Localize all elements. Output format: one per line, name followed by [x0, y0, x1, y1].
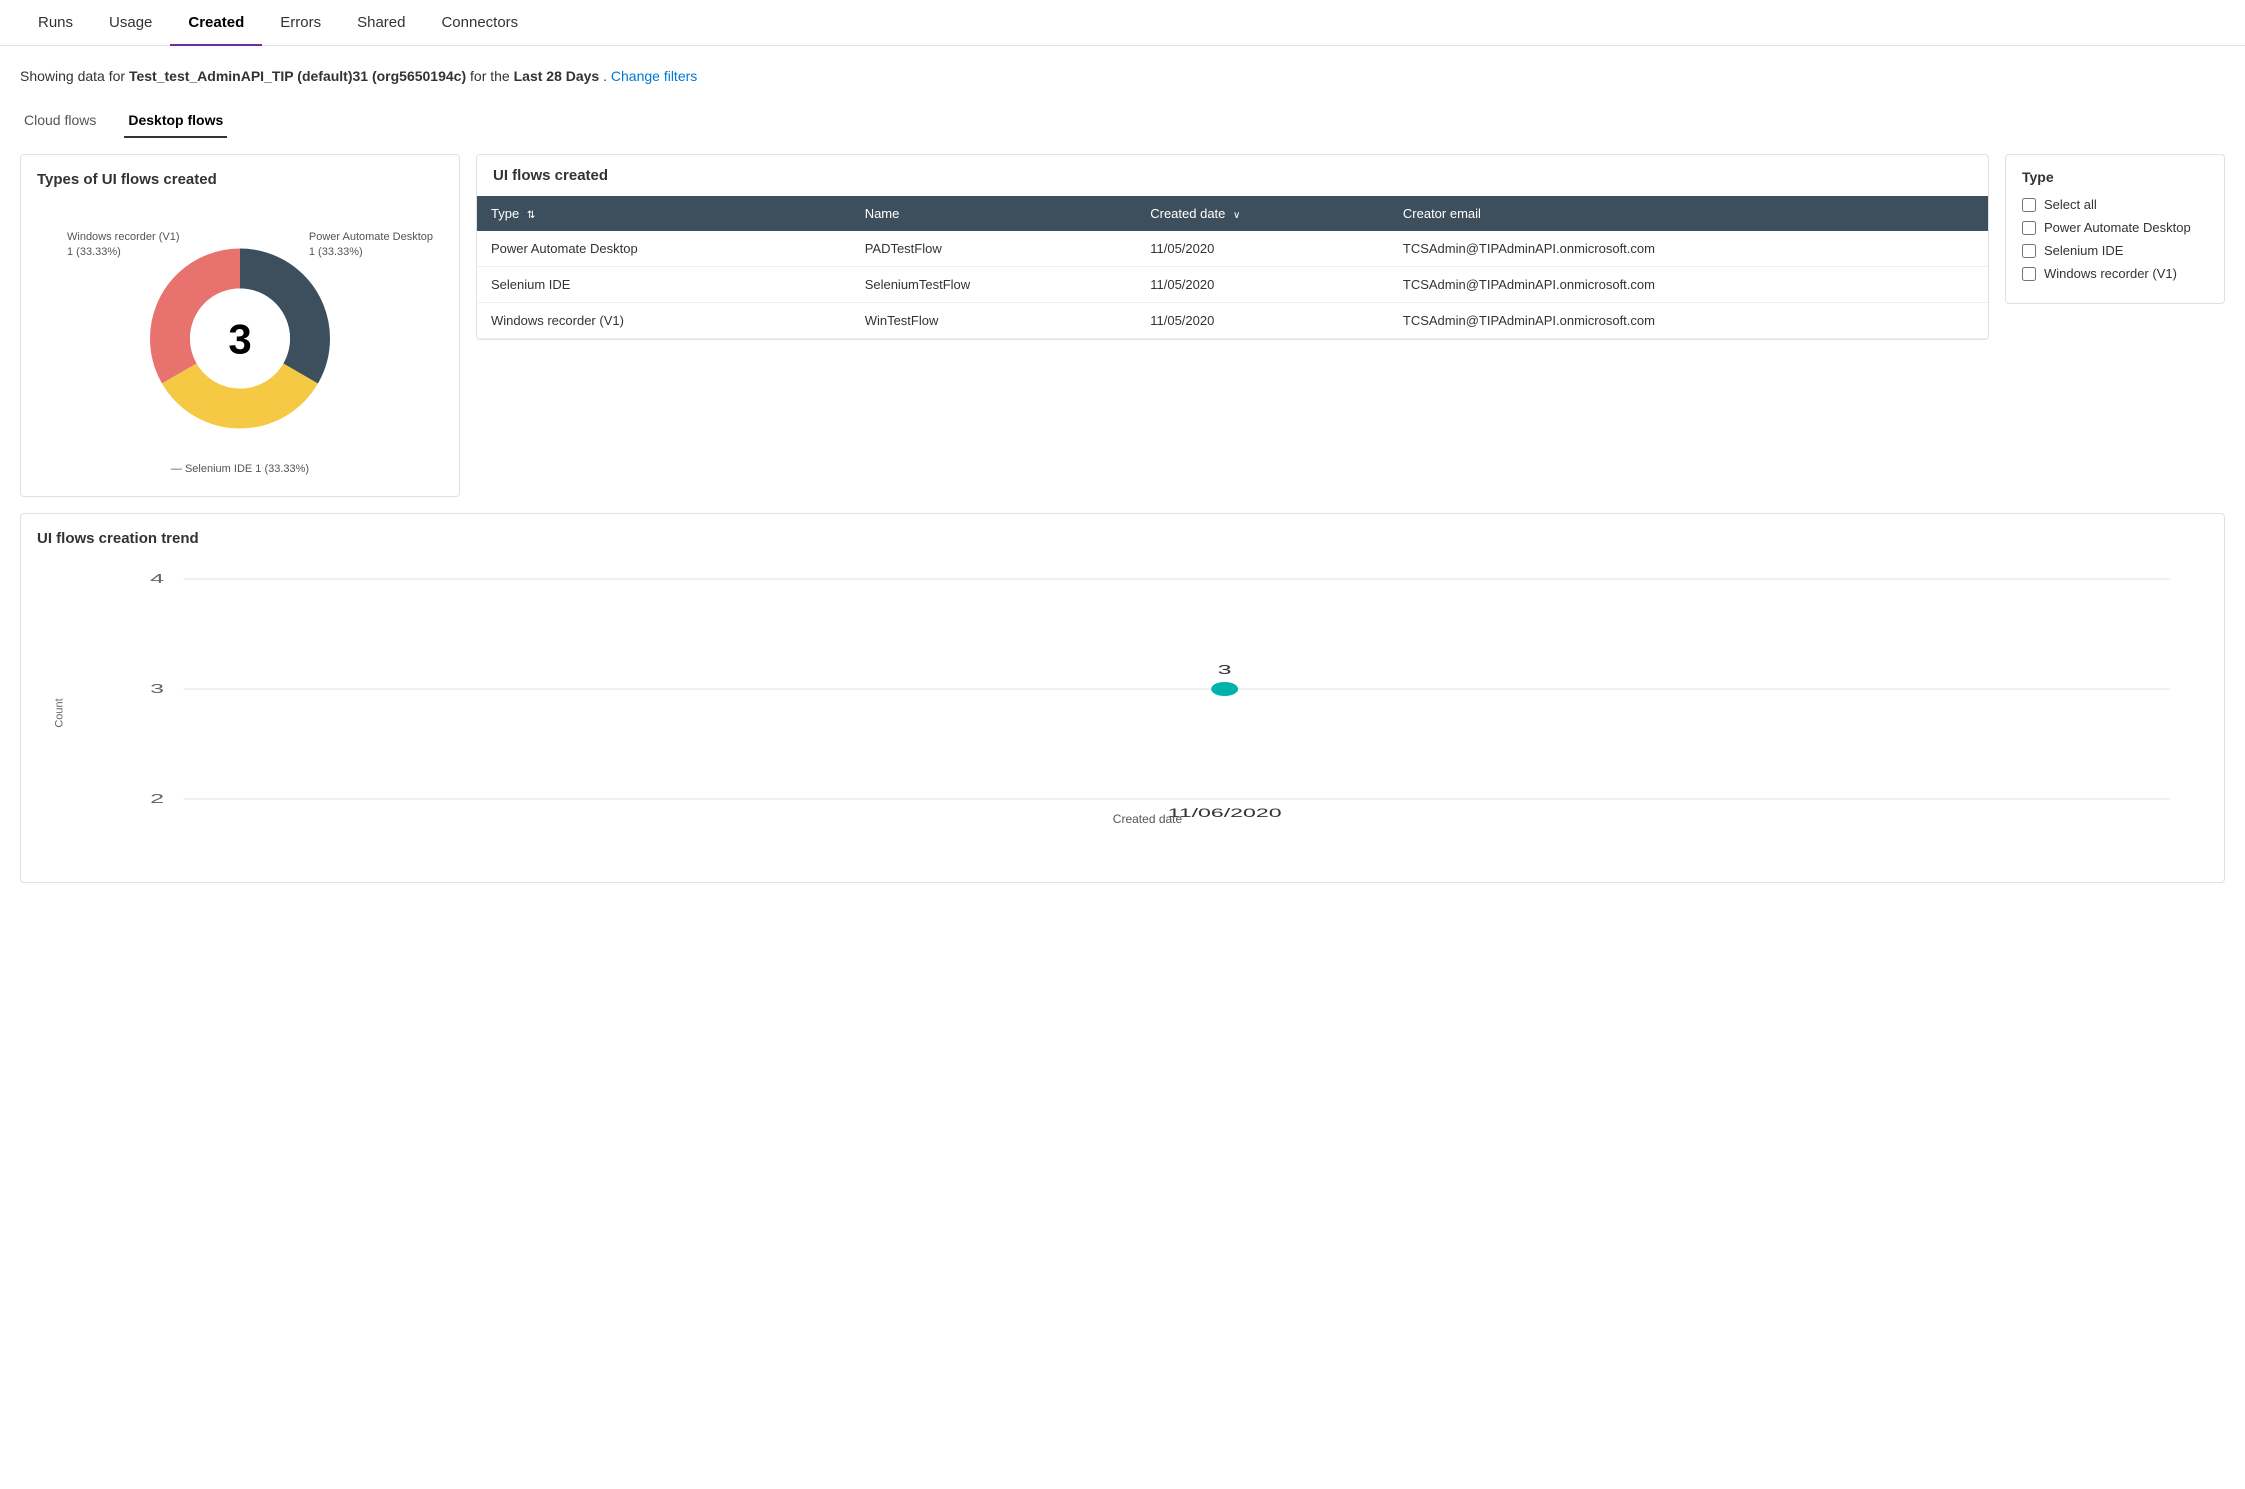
sort-icon-date: ∨ [1233, 210, 1240, 221]
checkbox-select-all[interactable] [2022, 198, 2036, 212]
checkbox-windows[interactable] [2022, 267, 2036, 281]
sub-tabs: Cloud flows Desktop flows [0, 94, 2245, 138]
filter-bar: Showing data for Test_test_AdminAPI_TIP … [0, 46, 2245, 94]
cell-date: 11/05/2020 [1136, 231, 1389, 267]
cell-name: PADTestFlow [851, 231, 1137, 267]
table-card: UI flows created Type ⇅ Name Created dat… [476, 154, 1989, 340]
sub-tab-cloud[interactable]: Cloud flows [20, 104, 100, 138]
checkbox-selenium[interactable] [2022, 244, 2036, 258]
donut-label-selenium: — Selenium IDE 1 (33.33%) [171, 463, 309, 475]
cell-email: TCSAdmin@TIPAdminAPI.onmicrosoft.com [1389, 303, 1988, 339]
col-created-date[interactable]: Created date ∨ [1136, 196, 1389, 231]
data-point-circle [1211, 682, 1238, 696]
x-label-date: 11/06/2020 [1168, 806, 1282, 819]
label-select-all: Select all [2044, 197, 2097, 212]
label-pad: Power Automate Desktop [2044, 220, 2191, 235]
filter-env-name: Test_test_AdminAPI_TIP (default)31 (org5… [129, 68, 466, 84]
table-header-row: Type ⇅ Name Created date ∨ Creator email [477, 196, 1988, 231]
filter-option-windows[interactable]: Windows recorder (V1) [2022, 266, 2208, 281]
table-row: Power Automate Desktop PADTestFlow 11/05… [477, 231, 1988, 267]
filter-for-text: for the [470, 68, 514, 84]
main-content: Types of UI flows created Windows record… [0, 138, 2245, 899]
sort-icon-type: ⇅ [527, 210, 535, 221]
table-row: Windows recorder (V1) WinTestFlow 11/05/… [477, 303, 1988, 339]
tab-runs[interactable]: Runs [20, 0, 91, 45]
change-filters-link[interactable]: Change filters [611, 68, 697, 84]
cell-type: Windows recorder (V1) [477, 303, 851, 339]
label-selenium: Selenium IDE [2044, 243, 2123, 258]
cell-name: WinTestFlow [851, 303, 1137, 339]
filter-panel: Type Select all Power Automate Desktop S… [2005, 154, 2225, 304]
y-label-2: 2 [150, 792, 164, 806]
top-row: Types of UI flows created Windows record… [20, 154, 2225, 497]
filter-panel-title: Type [2022, 169, 2208, 185]
trend-chart-title: UI flows creation trend [37, 530, 2208, 547]
cell-email: TCSAdmin@TIPAdminAPI.onmicrosoft.com [1389, 267, 1988, 303]
table-body: Power Automate Desktop PADTestFlow 11/05… [477, 231, 1988, 339]
cell-type: Power Automate Desktop [477, 231, 851, 267]
data-table: Type ⇅ Name Created date ∨ Creator email [477, 196, 1988, 339]
cell-type: Selenium IDE [477, 267, 851, 303]
cell-date: 11/05/2020 [1136, 267, 1389, 303]
col-name: Name [851, 196, 1137, 231]
label-windows: Windows recorder (V1) [2044, 266, 2177, 281]
cell-name: SeleniumTestFlow [851, 267, 1137, 303]
tab-connectors[interactable]: Connectors [423, 0, 536, 45]
filter-period: Last 28 Days [514, 68, 600, 84]
table-card-title: UI flows created [477, 155, 1988, 196]
donut-chart-title: Types of UI flows created [37, 171, 443, 188]
tab-created[interactable]: Created [170, 0, 262, 45]
donut-svg: 3 [140, 239, 340, 439]
donut-chart-card: Types of UI flows created Windows record… [20, 154, 460, 497]
data-point-label: 3 [1218, 663, 1232, 677]
y-axis-label: Count [54, 698, 66, 727]
nav-tabs: Runs Usage Created Errors Shared Connect… [0, 0, 2245, 46]
filter-option-pad[interactable]: Power Automate Desktop [2022, 220, 2208, 235]
filter-suffix: . [603, 68, 611, 84]
tab-errors[interactable]: Errors [262, 0, 339, 45]
filter-option-selenium[interactable]: Selenium IDE [2022, 243, 2208, 258]
cell-email: TCSAdmin@TIPAdminAPI.onmicrosoft.com [1389, 231, 1988, 267]
col-creator-email: Creator email [1389, 196, 1988, 231]
sub-tab-desktop[interactable]: Desktop flows [124, 104, 227, 138]
tab-shared[interactable]: Shared [339, 0, 423, 45]
filter-option-select-all[interactable]: Select all [2022, 197, 2208, 212]
donut-center-value: 3 [228, 316, 251, 363]
filter-prefix: Showing data for [20, 68, 125, 84]
table-row: Selenium IDE SeleniumTestFlow 11/05/2020… [477, 267, 1988, 303]
cell-date: 11/05/2020 [1136, 303, 1389, 339]
checkbox-pad[interactable] [2022, 221, 2036, 235]
y-label-4: 4 [150, 572, 164, 586]
tab-usage[interactable]: Usage [91, 0, 170, 45]
col-type[interactable]: Type ⇅ [477, 196, 851, 231]
trend-card: UI flows creation trend Count 4 3 2 [20, 513, 2225, 883]
y-label-3: 3 [150, 682, 164, 696]
trend-svg: 4 3 2 3 11/06/2020 [87, 559, 2208, 819]
